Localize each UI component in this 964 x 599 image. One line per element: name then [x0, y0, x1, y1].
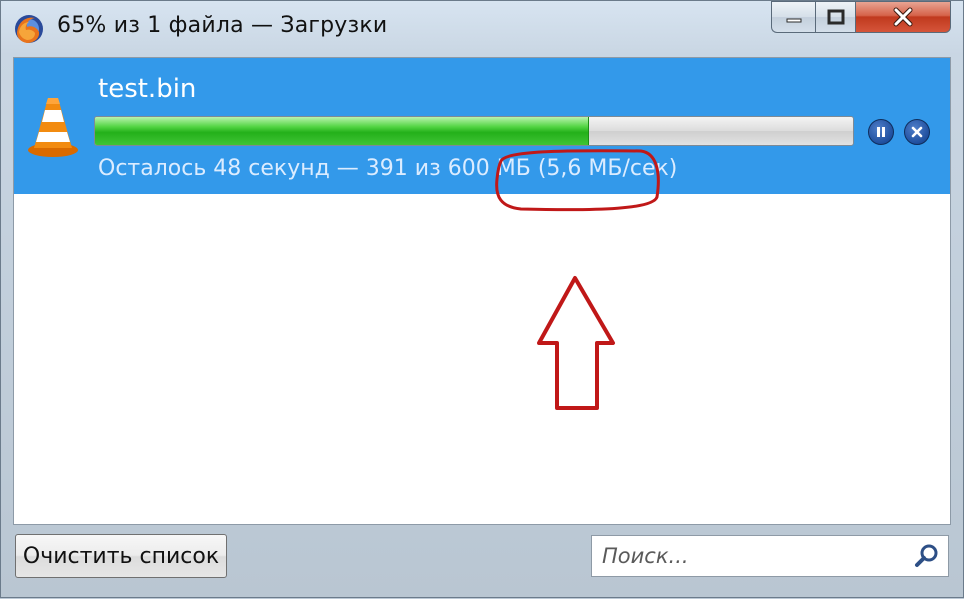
title-bar[interactable]: 65% из 1 файла — Загрузки	[1, 1, 963, 57]
download-filename: test.bin	[98, 74, 197, 104]
clear-list-button[interactable]: Очистить список	[15, 534, 227, 578]
download-progress-fill	[95, 117, 589, 145]
firefox-icon	[15, 15, 43, 43]
minimize-icon	[786, 18, 801, 23]
search-icon[interactable]	[914, 543, 940, 569]
download-status: Осталось 48 секунд — 391 из 600 МБ (5,6 …	[98, 156, 678, 181]
vlc-cone-icon	[28, 98, 78, 157]
search-box[interactable]	[591, 535, 949, 577]
download-item[interactable]: test.bin Осталось 48 секунд — 391 из 600…	[14, 58, 950, 194]
download-progress-bar	[94, 116, 854, 146]
downloads-list[interactable]: test.bin Осталось 48 секунд — 391 из 600…	[13, 57, 951, 525]
maximize-button[interactable]	[815, 1, 855, 33]
minimize-button[interactable]	[771, 1, 815, 33]
close-button[interactable]	[855, 1, 951, 33]
downloads-window: 65% из 1 файла — Загрузки test.bin Остал…	[0, 0, 964, 598]
pause-button[interactable]	[868, 119, 894, 145]
pause-icon	[877, 127, 885, 137]
maximize-icon	[827, 9, 844, 25]
window-controls	[771, 1, 951, 35]
search-input[interactable]	[592, 536, 912, 576]
cancel-download-button[interactable]	[904, 119, 930, 145]
close-icon	[893, 7, 913, 27]
cancel-icon	[911, 126, 923, 138]
window-title: 65% из 1 файла — Загрузки	[57, 13, 388, 38]
